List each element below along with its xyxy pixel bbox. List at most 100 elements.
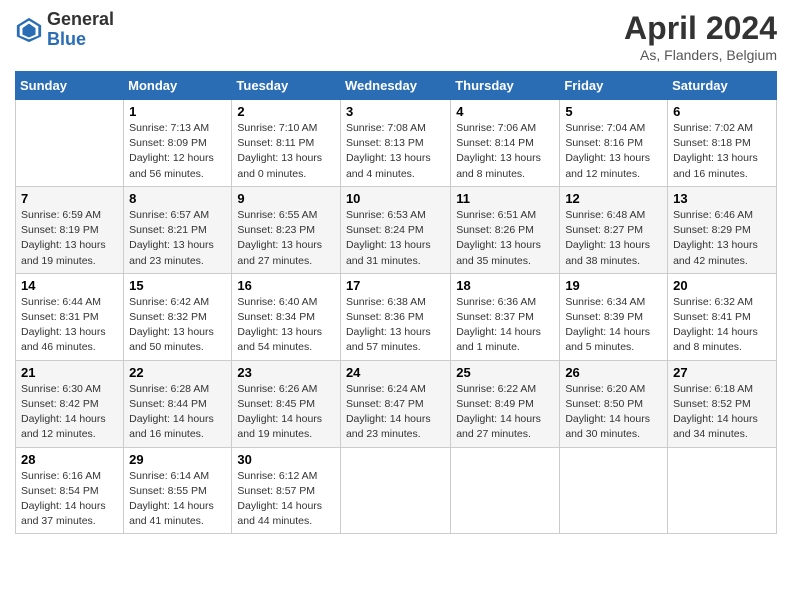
day-info: Sunrise: 6:59 AM Sunset: 8:19 PM Dayligh… xyxy=(21,208,118,269)
day-info: Sunrise: 6:46 AM Sunset: 8:29 PM Dayligh… xyxy=(673,208,771,269)
day-info: Sunrise: 6:18 AM Sunset: 8:52 PM Dayligh… xyxy=(673,382,771,443)
day-cell: 30Sunrise: 6:12 AM Sunset: 8:57 PM Dayli… xyxy=(232,447,341,534)
day-cell: 23 Sunrise: 6:26 AM Sunset: 8:45 PM Dayli… xyxy=(232,360,341,447)
title-block: April 2024 As, Flanders, Belgium xyxy=(624,10,777,63)
header: General Blue April 2024 As, Flanders, Be… xyxy=(15,10,777,63)
day-cell: 14 Sunrise: 6:44 AM Sunset: 8:31 PM Dayli… xyxy=(16,273,124,360)
day-number: 14 xyxy=(21,278,118,293)
day-info: Sunrise: 6:26 AM Sunset: 8:45 PM Dayligh… xyxy=(237,382,335,443)
week-row-2: 7 Sunrise: 6:59 AM Sunset: 8:19 PM Daylig… xyxy=(16,186,777,273)
day-cell: 8 Sunrise: 6:57 AM Sunset: 8:21 PM Daylig… xyxy=(124,186,232,273)
logo-icon xyxy=(15,16,43,44)
week-row-3: 14 Sunrise: 6:44 AM Sunset: 8:31 PM Dayli… xyxy=(16,273,777,360)
day-number: 27 xyxy=(673,365,771,380)
week-row-1: 1 Sunrise: 7:13 AM Sunset: 8:09 PM Daylig… xyxy=(16,100,777,187)
day-info: Sunrise: 7:10 AM Sunset: 8:11 PM Dayligh… xyxy=(237,121,335,182)
day-number: 6 xyxy=(673,104,771,119)
day-cell xyxy=(340,447,450,534)
day-cell: 6 Sunrise: 7:02 AM Sunset: 8:18 PM Daylig… xyxy=(668,100,777,187)
day-number: 12 xyxy=(565,191,662,206)
col-header-friday: Friday xyxy=(560,72,668,100)
day-info: Sunrise: 6:32 AM Sunset: 8:41 PM Dayligh… xyxy=(673,295,771,356)
day-number: 24 xyxy=(346,365,445,380)
day-cell: 24 Sunrise: 6:24 AM Sunset: 8:47 PM Dayli… xyxy=(340,360,450,447)
calendar-table: SundayMondayTuesdayWednesdayThursdayFrid… xyxy=(15,71,777,534)
day-info: Sunrise: 6:38 AM Sunset: 8:36 PM Dayligh… xyxy=(346,295,445,356)
day-cell: 28Sunrise: 6:16 AM Sunset: 8:54 PM Dayli… xyxy=(16,447,124,534)
day-number: 3 xyxy=(346,104,445,119)
day-number: 22 xyxy=(129,365,226,380)
day-number: 25 xyxy=(456,365,554,380)
main-title: April 2024 xyxy=(624,10,777,47)
day-info: Sunrise: 6:40 AM Sunset: 8:34 PM Dayligh… xyxy=(237,295,335,356)
day-cell xyxy=(560,447,668,534)
day-info: Sunrise: 6:36 AM Sunset: 8:37 PM Dayligh… xyxy=(456,295,554,356)
day-number: 5 xyxy=(565,104,662,119)
day-number: 15 xyxy=(129,278,226,293)
day-info: Sunrise: 6:28 AM Sunset: 8:44 PM Dayligh… xyxy=(129,382,226,443)
day-number: 16 xyxy=(237,278,335,293)
day-number: 4 xyxy=(456,104,554,119)
day-number: 2 xyxy=(237,104,335,119)
col-header-tuesday: Tuesday xyxy=(232,72,341,100)
day-cell: 9 Sunrise: 6:55 AM Sunset: 8:23 PM Daylig… xyxy=(232,186,341,273)
day-cell: 2 Sunrise: 7:10 AM Sunset: 8:11 PM Daylig… xyxy=(232,100,341,187)
day-cell: 22 Sunrise: 6:28 AM Sunset: 8:44 PM Dayli… xyxy=(124,360,232,447)
day-info: Sunrise: 7:08 AM Sunset: 8:13 PM Dayligh… xyxy=(346,121,445,182)
day-number: 7 xyxy=(21,191,118,206)
day-number: 17 xyxy=(346,278,445,293)
week-row-4: 21Sunrise: 6:30 AM Sunset: 8:42 PM Dayli… xyxy=(16,360,777,447)
day-number: 8 xyxy=(129,191,226,206)
day-info: Sunrise: 6:24 AM Sunset: 8:47 PM Dayligh… xyxy=(346,382,445,443)
day-cell xyxy=(16,100,124,187)
day-cell: 4 Sunrise: 7:06 AM Sunset: 8:14 PM Daylig… xyxy=(451,100,560,187)
day-info: Sunrise: 7:13 AM Sunset: 8:09 PM Dayligh… xyxy=(129,121,226,182)
day-cell: 25Sunrise: 6:22 AM Sunset: 8:49 PM Dayli… xyxy=(451,360,560,447)
day-cell: 16 Sunrise: 6:40 AM Sunset: 8:34 PM Dayli… xyxy=(232,273,341,360)
day-number: 18 xyxy=(456,278,554,293)
day-number: 26 xyxy=(565,365,662,380)
day-number: 1 xyxy=(129,104,226,119)
day-info: Sunrise: 6:16 AM Sunset: 8:54 PM Dayligh… xyxy=(21,469,118,530)
day-number: 13 xyxy=(673,191,771,206)
day-info: Sunrise: 6:57 AM Sunset: 8:21 PM Dayligh… xyxy=(129,208,226,269)
day-number: 20 xyxy=(673,278,771,293)
day-number: 30 xyxy=(237,452,335,467)
logo: General Blue xyxy=(15,10,114,50)
day-number: 23 xyxy=(237,365,335,380)
day-info: Sunrise: 6:44 AM Sunset: 8:31 PM Dayligh… xyxy=(21,295,118,356)
subtitle: As, Flanders, Belgium xyxy=(624,47,777,63)
day-cell: 1 Sunrise: 7:13 AM Sunset: 8:09 PM Daylig… xyxy=(124,100,232,187)
day-number: 10 xyxy=(346,191,445,206)
week-row-5: 28Sunrise: 6:16 AM Sunset: 8:54 PM Dayli… xyxy=(16,447,777,534)
day-info: Sunrise: 6:30 AM Sunset: 8:42 PM Dayligh… xyxy=(21,382,118,443)
day-number: 9 xyxy=(237,191,335,206)
calendar-header-row: SundayMondayTuesdayWednesdayThursdayFrid… xyxy=(16,72,777,100)
day-cell: 15 Sunrise: 6:42 AM Sunset: 8:32 PM Dayli… xyxy=(124,273,232,360)
day-cell: 13 Sunrise: 6:46 AM Sunset: 8:29 PM Dayli… xyxy=(668,186,777,273)
col-header-thursday: Thursday xyxy=(451,72,560,100)
day-cell: 3 Sunrise: 7:08 AM Sunset: 8:13 PM Daylig… xyxy=(340,100,450,187)
col-header-saturday: Saturday xyxy=(668,72,777,100)
day-info: Sunrise: 6:42 AM Sunset: 8:32 PM Dayligh… xyxy=(129,295,226,356)
day-cell: 26 Sunrise: 6:20 AM Sunset: 8:50 PM Dayli… xyxy=(560,360,668,447)
day-cell: 7 Sunrise: 6:59 AM Sunset: 8:19 PM Daylig… xyxy=(16,186,124,273)
day-cell: 17 Sunrise: 6:38 AM Sunset: 8:36 PM Dayli… xyxy=(340,273,450,360)
day-info: Sunrise: 6:20 AM Sunset: 8:50 PM Dayligh… xyxy=(565,382,662,443)
day-info: Sunrise: 6:51 AM Sunset: 8:26 PM Dayligh… xyxy=(456,208,554,269)
day-info: Sunrise: 6:55 AM Sunset: 8:23 PM Dayligh… xyxy=(237,208,335,269)
day-cell: 29Sunrise: 6:14 AM Sunset: 8:55 PM Dayli… xyxy=(124,447,232,534)
logo-text: General Blue xyxy=(47,10,114,50)
day-cell xyxy=(668,447,777,534)
day-info: Sunrise: 7:04 AM Sunset: 8:16 PM Dayligh… xyxy=(565,121,662,182)
day-info: Sunrise: 7:06 AM Sunset: 8:14 PM Dayligh… xyxy=(456,121,554,182)
day-info: Sunrise: 6:34 AM Sunset: 8:39 PM Dayligh… xyxy=(565,295,662,356)
day-cell: 20 Sunrise: 6:32 AM Sunset: 8:41 PM Dayli… xyxy=(668,273,777,360)
day-number: 19 xyxy=(565,278,662,293)
day-info: Sunrise: 7:02 AM Sunset: 8:18 PM Dayligh… xyxy=(673,121,771,182)
page-container: General Blue April 2024 As, Flanders, Be… xyxy=(0,0,792,549)
day-cell: 19 Sunrise: 6:34 AM Sunset: 8:39 PM Dayli… xyxy=(560,273,668,360)
col-header-wednesday: Wednesday xyxy=(340,72,450,100)
col-header-sunday: Sunday xyxy=(16,72,124,100)
day-cell: 21Sunrise: 6:30 AM Sunset: 8:42 PM Dayli… xyxy=(16,360,124,447)
